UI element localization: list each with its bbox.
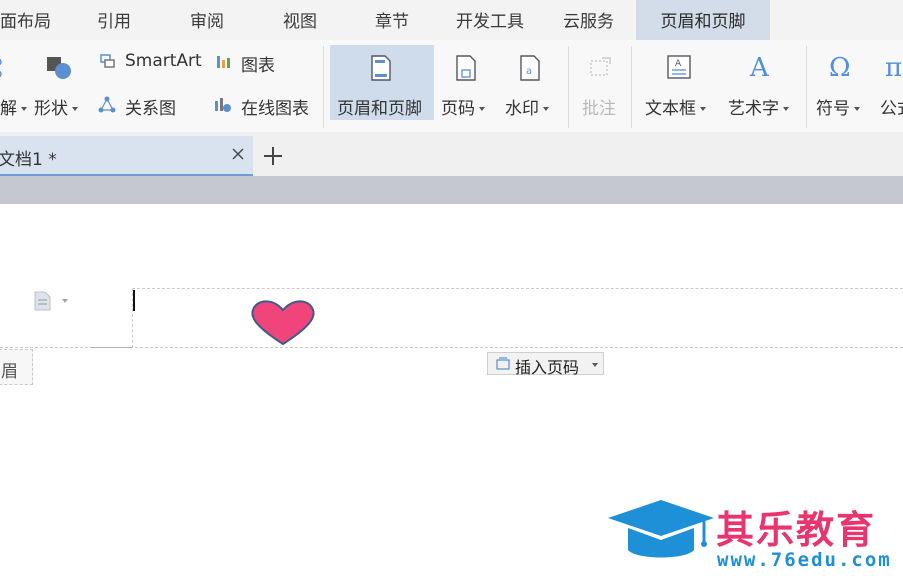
comment-button[interactable]: 批注 — [582, 94, 616, 119]
svg-text:Ω: Ω — [829, 53, 851, 80]
tab-view[interactable]: 视图 — [283, 0, 333, 40]
tab-label: 开发工具 — [456, 12, 524, 32]
watermark-button[interactable]: 水印 — [505, 94, 549, 119]
relation-diagram-icon — [98, 96, 116, 113]
header-top-border — [132, 288, 903, 289]
chart-button[interactable]: 图表 — [241, 51, 275, 76]
tab-label: 审阅 — [190, 12, 224, 32]
watermark-icon: a — [520, 55, 540, 81]
document-tab[interactable]: 文档1 * — [0, 136, 253, 176]
tab-label: 引用 — [97, 12, 131, 32]
formula-button[interactable]: 公式 — [880, 94, 903, 119]
margin-corner-mark — [90, 347, 132, 348]
insert-page-number-button[interactable]: 插入页码 — [487, 352, 604, 377]
header-options-icon[interactable] — [33, 290, 73, 312]
textbox-icon: A — [667, 55, 691, 79]
logo-brand-name: 其乐教育 — [716, 508, 877, 552]
text-cursor — [133, 290, 135, 311]
ribbon-toolbar: 解 形状 SmartArt 图表 关系图 在线图表 页眉和页脚 页码 a 水印 … — [0, 40, 903, 132]
comment-label: 批注 — [582, 99, 616, 119]
tab-label: 章节 — [375, 12, 409, 32]
document-tab-title: 文档1 * — [0, 150, 57, 170]
symbol-omega-icon: Ω — [829, 53, 851, 80]
tab-label: 云服务 — [563, 12, 614, 32]
tab-header-footer[interactable]: 页眉和页脚 — [636, 0, 770, 40]
header-footer-button[interactable]: 页眉和页脚 — [337, 94, 422, 119]
online-chart-icon — [215, 98, 231, 112]
logo-url: www.76edu.com — [717, 549, 892, 571]
comment-icon — [590, 57, 611, 76]
textbox-label: 文本框 — [645, 99, 696, 119]
partial-label: 解 — [0, 99, 17, 119]
tab-section[interactable]: 章节 — [375, 0, 425, 40]
page-number-icon — [456, 55, 476, 81]
menu-bar: 面布局 引用 审阅 视图 章节 开发工具 云服务 页眉和页脚 — [0, 0, 903, 40]
tab-developer-tools[interactable]: 开发工具 — [456, 0, 536, 40]
shapes-icon — [47, 57, 71, 79]
header-bottom-border — [0, 347, 903, 348]
ruler-band — [0, 176, 903, 204]
partial-icon — [0, 58, 2, 78]
page-number-button[interactable]: 页码 — [441, 94, 485, 119]
tab-page-layout[interactable]: 面布局 — [0, 0, 60, 40]
svg-text:π: π — [885, 53, 902, 80]
relation-label: 关系图 — [125, 99, 176, 119]
page-number-label: 页码 — [441, 99, 475, 119]
smartart-icon — [100, 54, 115, 68]
partial-button[interactable]: 解 — [0, 94, 27, 119]
watermark-label: 水印 — [505, 99, 539, 119]
header-label-box: 页眉 — [0, 349, 33, 385]
ribbon-separator — [568, 46, 569, 128]
header-footer-icon — [371, 55, 391, 81]
tab-label: 视图 — [283, 12, 317, 32]
tab-cloud-service[interactable]: 云服务 — [563, 0, 623, 40]
page-number-small-icon — [496, 357, 510, 370]
wordart-icon: A — [749, 53, 770, 80]
tab-review[interactable]: 审阅 — [190, 0, 240, 40]
insert-page-number-label: 插入页码 — [515, 358, 580, 377]
shapes-button[interactable]: 形状 — [34, 94, 78, 119]
ribbon-separator — [806, 46, 807, 128]
svg-text:A: A — [749, 53, 770, 80]
tab-references[interactable]: 引用 — [97, 0, 147, 40]
header-label-text: 页眉 — [0, 362, 18, 382]
symbol-button[interactable]: 符号 — [816, 94, 860, 119]
ribbon-separator — [631, 46, 632, 128]
chart-icon — [217, 56, 230, 68]
symbol-label: 符号 — [816, 99, 850, 119]
svg-text:A: A — [675, 59, 682, 69]
textbox-button[interactable]: 文本框 — [645, 94, 706, 119]
online-chart-label: 在线图表 — [241, 99, 309, 119]
new-tab-plus-icon[interactable] — [263, 146, 283, 166]
ribbon-separator — [323, 46, 324, 128]
online-chart-button[interactable]: 在线图表 — [241, 94, 309, 119]
wordart-button[interactable]: 艺术字 — [728, 94, 789, 119]
document-page[interactable]: 页眉 插入页码 其乐教育 www.76edu.com — [0, 204, 903, 576]
svg-text:a: a — [526, 66, 532, 77]
wordart-label: 艺术字 — [728, 99, 779, 119]
chart-label: 图表 — [241, 56, 275, 76]
tab-label: 面布局 — [0, 12, 51, 32]
close-tab-icon[interactable] — [232, 148, 244, 160]
tab-label: 页眉和页脚 — [660, 12, 746, 32]
document-tab-bar: 文档1 * — [0, 132, 903, 176]
header-footer-label: 页眉和页脚 — [337, 99, 422, 119]
graduation-cap-logo-icon — [608, 500, 714, 558]
relation-diagram-button[interactable]: 关系图 — [125, 94, 176, 119]
heart-icon[interactable] — [250, 298, 316, 348]
formula-pi-icon: π — [885, 53, 902, 80]
shapes-label: 形状 — [34, 99, 68, 119]
formula-label: 公式 — [880, 99, 903, 119]
chevron-down-icon — [592, 363, 598, 367]
smartart-button[interactable]: SmartArt — [125, 51, 202, 71]
smartart-label: SmartArt — [125, 51, 202, 71]
